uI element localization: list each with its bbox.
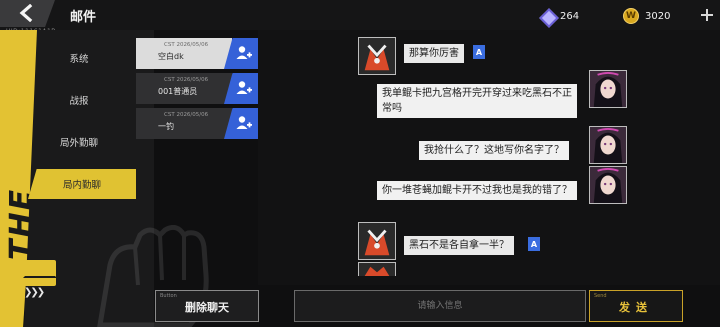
send-button-label: 发送 (619, 301, 653, 314)
coin-icon: W (623, 8, 639, 24)
coin-value: 3020 (645, 10, 671, 22)
sidebar-item-inside-chat[interactable]: 局内勤聊 (28, 169, 136, 199)
chat-message: 我抢什么了？这地写你名字了？ (419, 141, 569, 160)
message-input[interactable] (294, 290, 586, 322)
contact-card[interactable]: CST 2026/05/06 001普通员 (136, 73, 258, 104)
contact-name: 一钓 (158, 122, 174, 131)
add-friend-icon (236, 81, 252, 94)
chat-message: 我单鲲卡把九宫格开完开穿过来吃黑石不正常吗 (377, 84, 577, 118)
page-title: 邮件 (70, 10, 97, 25)
contact-avatar[interactable] (358, 262, 396, 276)
contact-name: 空白dk (158, 52, 184, 61)
sidebar-item-label: 局内勤聊 (62, 180, 101, 191)
chevrons-icon: ❯❯❯ (24, 287, 45, 298)
add-currency-button[interactable] (698, 6, 716, 24)
top-bar: 邮件 264 W 3020 (0, 0, 720, 30)
sidebar-item-outside-chat[interactable]: 局外勤聊 (38, 127, 120, 157)
anime-girl-icon (590, 167, 626, 203)
masked-warrior-icon (359, 223, 395, 259)
gem-currency: 264 (540, 8, 579, 24)
masked-warrior-icon (359, 263, 395, 276)
gem-value: 264 (560, 10, 580, 22)
anime-girl-icon (590, 71, 626, 107)
contact-avatar[interactable] (358, 37, 396, 75)
contact-card[interactable]: CST 2026/05/06 空白dk (136, 38, 258, 69)
chat-message: 你一堆苍蝇加鲲卡开不过我也是我的错了？ (377, 181, 577, 200)
coin-currency: W 3020 (623, 8, 670, 24)
masked-warrior-icon (359, 38, 395, 74)
contact-time: CST 2026/05/06 (164, 77, 209, 83)
contact-name: 001普通员 (158, 87, 198, 96)
contact-avatar[interactable] (358, 222, 396, 260)
mail-button[interactable]: ❯❯❯ (16, 258, 60, 298)
contact-card-body[interactable]: CST 2026/05/06 空白dk (136, 38, 232, 69)
contact-card-body[interactable]: CST 2026/05/06 001普通员 (136, 73, 232, 104)
player-avatar[interactable] (589, 70, 627, 108)
send-button[interactable]: Send 发送 (589, 290, 683, 322)
contact-time: CST 2026/05/06 (164, 42, 209, 48)
translate-tag[interactable]: A (528, 237, 540, 251)
back-arrow-icon (19, 4, 33, 22)
add-friend-icon (236, 46, 252, 59)
delete-button-label: 删除聊天 (185, 301, 229, 314)
sidebar-item-label: 战报 (69, 96, 89, 107)
sidebar-item-battle-report[interactable]: 战报 (38, 85, 120, 115)
sidebar-item-system[interactable]: 系统 (38, 43, 120, 73)
player-avatar[interactable] (589, 126, 627, 164)
envelope-icon (20, 260, 56, 286)
contact-time: CST 2026/05/06 (164, 112, 209, 118)
anime-girl-icon (590, 127, 626, 163)
delete-chat-button[interactable]: Button 删除聊天 (155, 290, 259, 322)
add-friend-icon (236, 116, 252, 129)
sidebar-item-label: 系统 (69, 54, 89, 65)
translate-tag[interactable]: A (473, 45, 485, 59)
chat-message: 黑石不是各自拿一半？ (404, 236, 514, 255)
chat-message: 那算你厉害 (404, 44, 464, 63)
player-avatar[interactable] (589, 166, 627, 204)
contact-card[interactable]: CST 2026/05/06 一钓 (136, 108, 258, 139)
gem-icon (540, 9, 554, 23)
contact-card-body[interactable]: CST 2026/05/06 一钓 (136, 108, 232, 139)
back-button[interactable] (0, 0, 55, 27)
sidebar-item-label: 局外勤聊 (59, 138, 98, 149)
